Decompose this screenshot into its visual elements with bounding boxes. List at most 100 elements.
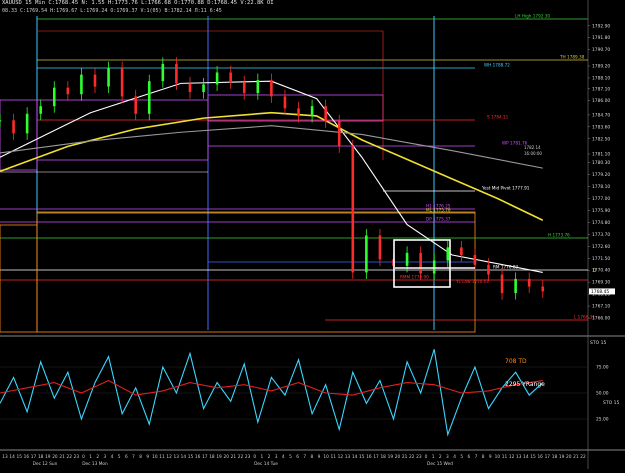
x-tick-label: 17	[202, 454, 208, 460]
level-label-0: LH High 1792.30	[515, 14, 550, 19]
candle-body	[337, 121, 341, 147]
x-tick-label: 14	[352, 454, 358, 460]
candle-body	[147, 81, 151, 114]
x-tick-label: 12	[509, 454, 515, 460]
stoch-range-label: 2295 YRange	[505, 381, 545, 388]
x-tick-label: 14	[9, 454, 15, 460]
level-label-3: S 1784.11	[487, 115, 509, 120]
level-label-5: Yest Mid Pivot 1777.91	[481, 186, 530, 191]
level-label-yl: YL Low 1770.01	[455, 279, 489, 284]
x-tick-label: 19	[216, 454, 222, 460]
y-tick-label: 1769.30	[592, 280, 610, 286]
y-tick-label: 1780.30	[592, 160, 610, 166]
candle-body	[107, 68, 110, 87]
candle-body	[188, 83, 192, 93]
candle-body	[446, 247, 450, 261]
x-tick-label: 10	[495, 454, 501, 460]
x-tick-label: 17	[31, 454, 37, 460]
x-tick-label: 19	[388, 454, 394, 460]
candle-body	[527, 278, 531, 287]
y-tick-label: 1783.60	[592, 124, 610, 130]
x-tick-label: 21	[573, 454, 579, 460]
x-tick-label: 21	[59, 454, 65, 460]
x-tick-label: 8	[310, 454, 313, 460]
level-label-1: TH 1789.38	[559, 55, 585, 60]
x-tick-label: 15	[359, 454, 365, 460]
background	[0, 0, 625, 469]
y-tick-label: 1775.90	[592, 208, 610, 214]
x-tick-label: 5	[460, 454, 463, 460]
candle-body	[120, 68, 124, 97]
x-tick-label: 1	[89, 454, 92, 460]
y-tick-label: 1781.10	[592, 151, 610, 157]
y-tick-label: 1773.70	[592, 232, 610, 238]
x-tick-label: 12	[166, 454, 172, 460]
y-tick-label: 1784.70	[592, 112, 610, 118]
candle-body	[161, 63, 165, 82]
x-tick-label: 6	[296, 454, 299, 460]
symbol-header: XAUUSD 15 Min C:1768.45 N: 1.55 H:1773.7…	[2, 0, 274, 6]
candle-body	[324, 106, 327, 122]
y-tick-label: 1779.20	[592, 172, 610, 178]
candle-body	[460, 247, 463, 256]
candle-body	[297, 108, 300, 116]
y-tick-label: 1770.40	[592, 268, 610, 274]
x-tick-label: 5	[118, 454, 121, 460]
x-tick-label: 10	[152, 454, 158, 460]
y-tick-label: 1786.00	[592, 98, 610, 104]
symbol-header-detail: 08.33 C:1769.54 H:1769.67 L:1769.24 O:17…	[2, 8, 222, 14]
x-tick-label: 7	[475, 454, 478, 460]
candle-body	[500, 274, 504, 294]
candle-body	[405, 252, 409, 266]
candle-body	[202, 84, 205, 93]
candle-body	[242, 82, 246, 94]
x-tick-label: 7	[132, 454, 135, 460]
x-tick-label: 18	[38, 454, 44, 460]
candle-body	[256, 80, 260, 94]
stoch-tick-label: 50.00	[596, 391, 609, 397]
candle-body	[270, 80, 273, 97]
x-tick-label: 0	[82, 454, 85, 460]
x-tick-label: 13	[2, 454, 8, 460]
candle-body	[80, 74, 83, 95]
x-tick-label: 23	[416, 454, 422, 460]
x-tick-label: 9	[318, 454, 321, 460]
x-tick-label: 18	[380, 454, 386, 460]
x-tick-label: 6	[467, 454, 470, 460]
x-tick-label: 0	[253, 454, 256, 460]
x-tick-label: 8	[482, 454, 485, 460]
y-tick-label: 1782.50	[592, 136, 610, 142]
x-tick-label: 11	[159, 454, 165, 460]
x-tick-label: 3	[104, 454, 107, 460]
x-tick-label: 0	[425, 454, 428, 460]
chart-root: LH High 1792.30 TH 1789.38 WH 1788.72 S 178…	[0, 0, 625, 469]
x-tick-label: 16	[537, 454, 543, 460]
y-tick-label: 1790.70	[592, 47, 610, 53]
x-tick-label: 3	[275, 454, 278, 460]
x-tick-label: 10	[323, 454, 329, 460]
x-tick-label: 23	[74, 454, 80, 460]
y-tick-label: 1767.10	[592, 304, 610, 310]
level-label-11: RMM 1770.90	[400, 275, 429, 280]
x-tick-label: 18	[552, 454, 558, 460]
x-tick-label: 14	[181, 454, 187, 460]
x-tick-label: 22	[66, 454, 72, 460]
x-tick-label: 14	[523, 454, 529, 460]
x-tick-label: 15	[530, 454, 536, 460]
candle-body	[487, 264, 490, 275]
candle-body	[310, 106, 314, 116]
x-tick-label: 19	[45, 454, 51, 460]
candle-body	[66, 87, 70, 95]
x-tick-label: 23	[245, 454, 251, 460]
x-tick-label: 6	[125, 454, 128, 460]
x-tick-label: 11	[502, 454, 508, 460]
x-tick-label: 2	[96, 454, 99, 460]
candle-body	[365, 235, 368, 273]
candle-body	[514, 278, 517, 294]
x-tick-label: 13	[345, 454, 351, 460]
x-tick-label: 22	[409, 454, 415, 460]
candle-body	[229, 72, 232, 83]
y-tick-label: 1787.10	[592, 86, 610, 92]
x-tick-label: 20	[566, 454, 572, 460]
x-tick-label: 13	[174, 454, 180, 460]
